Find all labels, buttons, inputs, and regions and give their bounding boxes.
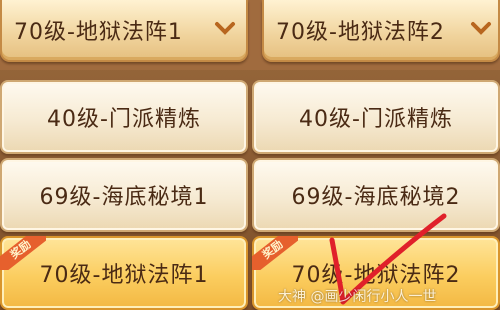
dropdown-right-label: 70级-地狱法阵2 — [276, 20, 445, 45]
chevron-down-icon — [215, 22, 235, 35]
reward-badge: 奖励 — [252, 236, 298, 270]
dropdown-right[interactable]: 70级-地狱法阵2 — [262, 0, 500, 62]
option-button-left-2[interactable]: 69级-海底秘境1 — [0, 158, 248, 232]
option-button-left-3[interactable]: 奖励 70级-地狱法阵1 — [0, 236, 248, 310]
dropdown-left[interactable]: 70级-地狱法阵1 — [0, 0, 248, 62]
watermark: 大神 @画少闲行小人一世 — [278, 289, 437, 305]
reward-badge: 奖励 — [0, 236, 46, 270]
dungeon-select-panel: 70级-地狱法阵1 70级-地狱法阵2 40级-门派精炼 40级-门派精炼 69… — [0, 0, 500, 310]
option-button-left-1[interactable]: 40级-门派精炼 — [0, 80, 248, 154]
option-button-right-2[interactable]: 69级-海底秘境2 — [252, 158, 500, 232]
option-label: 40级-门派精炼 — [299, 107, 453, 132]
option-label: 69级-海底秘境1 — [39, 185, 209, 210]
option-label: 70级-地狱法阵2 — [291, 263, 461, 288]
option-button-right-1[interactable]: 40级-门派精炼 — [252, 80, 500, 154]
option-label: 70级-地狱法阵1 — [39, 263, 209, 288]
option-label: 40级-门派精炼 — [47, 107, 201, 132]
chevron-down-icon — [471, 22, 491, 35]
dropdown-left-label: 70级-地狱法阵1 — [14, 20, 183, 45]
option-label: 69级-海底秘境2 — [291, 185, 461, 210]
